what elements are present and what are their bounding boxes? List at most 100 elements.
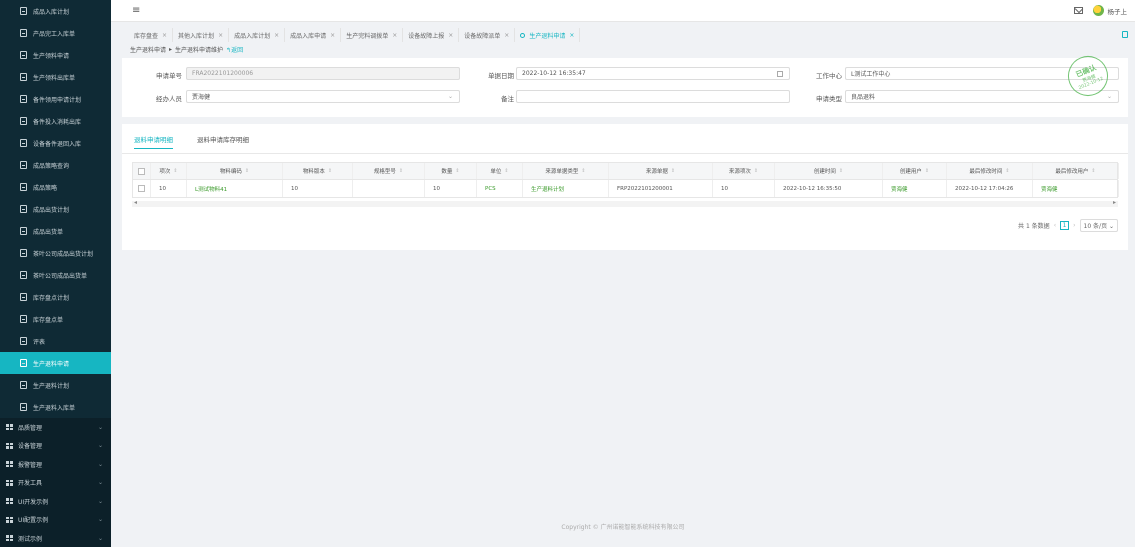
close-icon[interactable]: × xyxy=(569,32,574,39)
sort-icon[interactable]: ⇕ xyxy=(328,168,332,174)
sidebar-item[interactable]: 评表 xyxy=(0,330,111,352)
cell-src-type[interactable]: 生产退料计划 xyxy=(523,180,609,197)
sidebar-item[interactable]: 库存盘点计划 xyxy=(0,286,111,308)
sidebar-item[interactable]: 茶叶公司成品出货计划 xyxy=(0,242,111,264)
sort-icon[interactable]: ⇕ xyxy=(581,168,585,174)
sidebar-group[interactable]: 测试示例 ⌄ xyxy=(0,529,111,547)
sidebar-group[interactable]: 设备管理 ⌄ xyxy=(0,436,111,455)
breadcrumb-first[interactable]: 生产退料申请 xyxy=(130,45,166,54)
sidebar-item[interactable]: 库存盘点单 xyxy=(0,308,111,330)
close-icon[interactable]: × xyxy=(392,32,397,39)
close-icon[interactable]: × xyxy=(218,32,223,39)
page-tab[interactable]: 成品入库申请 × xyxy=(285,28,342,42)
page-number[interactable]: 1 xyxy=(1060,221,1070,230)
sort-icon[interactable]: ⇕ xyxy=(671,168,675,174)
sidebar-item[interactable]: 设备备件退回入库 xyxy=(0,132,111,154)
scroll-left-icon[interactable]: ◂ xyxy=(134,199,137,206)
column-header[interactable]: 最后修改用户 ⇕ xyxy=(1033,163,1119,179)
detail-tab[interactable]: 退料申请明细 xyxy=(134,134,173,149)
page-tab[interactable]: 成品入库计划 × xyxy=(229,28,286,42)
sidebar-item[interactable]: 生产退料申请 xyxy=(0,352,111,374)
sidebar-item[interactable]: 成品出货单 xyxy=(0,220,111,242)
chevron-down-icon: ⌄ xyxy=(97,497,103,505)
date-field[interactable]: 2022-10-12 16:35:47 xyxy=(516,67,790,80)
column-header[interactable]: 来源单据类型 ⇕ xyxy=(523,163,609,179)
row-checkbox[interactable] xyxy=(138,185,145,192)
close-icon[interactable]: × xyxy=(274,32,279,39)
sidebar-item[interactable]: 成品入库计划 xyxy=(0,0,111,22)
page-size-select[interactable]: 10 条/页 ⌄ xyxy=(1079,219,1118,232)
sidebar-item[interactable]: 备件投入消耗出库 xyxy=(0,110,111,132)
sort-icon[interactable]: ⇕ xyxy=(839,168,843,174)
sort-icon[interactable]: ⇕ xyxy=(504,168,508,174)
lock-icon[interactable] xyxy=(1122,31,1128,38)
prev-page-button[interactable]: ‹ xyxy=(1054,222,1056,229)
calendar-icon[interactable] xyxy=(777,71,783,77)
column-header[interactable]: 物料编码 ⇕ xyxy=(187,163,283,179)
sidebar-group[interactable]: UI开发示例 ⌄ xyxy=(0,492,111,511)
column-header[interactable]: 单位 ⇕ xyxy=(477,163,523,179)
page-tab[interactable]: 设备故障派单 × xyxy=(459,28,516,42)
sidebar-item[interactable]: 生产退料入库单 xyxy=(0,396,111,418)
sidebar-item[interactable]: 生产领料出库单 xyxy=(0,66,111,88)
sidebar-item[interactable]: 成品出货计划 xyxy=(0,198,111,220)
next-page-button[interactable]: › xyxy=(1073,222,1075,229)
refresh-icon[interactable] xyxy=(520,32,526,38)
column-header[interactable]: 项次 ⇕ xyxy=(151,163,187,179)
handler-select[interactable]: 贾海健 ⌄ xyxy=(186,90,460,103)
sidebar-group-label: 开发工具 xyxy=(18,480,43,488)
close-icon[interactable]: × xyxy=(330,32,335,39)
remark-input[interactable] xyxy=(516,90,790,103)
sort-icon[interactable]: ⇕ xyxy=(245,168,249,174)
table-row[interactable]: 10 L测试物料41 10 10 PCS 生产退料计划 FRP2022101200001 10… xyxy=(132,180,1119,198)
sidebar-item[interactable]: 产品完工入库单 xyxy=(0,22,111,44)
date-value: 2022-10-12 16:35:47 xyxy=(522,70,586,77)
column-header[interactable]: 物料版本 ⇕ xyxy=(283,163,353,179)
sidebar-group-title: 设备管理 xyxy=(6,441,42,450)
scroll-right-icon[interactable]: ▸ xyxy=(1113,199,1116,206)
sidebar-item[interactable]: 成品策略查询 xyxy=(0,154,111,176)
page-tab[interactable]: 生产退料申请 × xyxy=(515,28,581,42)
column-header[interactable]: 最后修改时间 ⇕ xyxy=(947,163,1033,179)
sort-icon[interactable]: ⇕ xyxy=(925,168,929,174)
column-header[interactable]: 创建时间 ⇕ xyxy=(775,163,883,179)
cell-code[interactable]: L测试物料41 xyxy=(187,180,283,197)
page-tab[interactable]: 库存盘查 × xyxy=(129,28,174,42)
sidebar-item[interactable]: 备件领用申请计划 xyxy=(0,88,111,110)
sidebar-group[interactable]: 报警管理 ⌄ xyxy=(0,455,111,474)
column-header[interactable]: 规格型号 ⇕ xyxy=(353,163,425,179)
breadcrumb: 生产退料申请 ▸ 生产退料申请维护 ↰返回 xyxy=(130,45,243,54)
close-icon[interactable]: × xyxy=(504,32,509,39)
handler-label: 经办人员 xyxy=(156,95,182,103)
back-link[interactable]: ↰返回 xyxy=(226,45,243,54)
sort-icon[interactable]: ⇕ xyxy=(455,168,459,174)
sort-icon[interactable]: ⇕ xyxy=(399,168,403,174)
sidebar-item[interactable]: 成品策略 xyxy=(0,176,111,198)
sort-icon[interactable]: ⇕ xyxy=(754,168,758,174)
sort-icon[interactable]: ⇕ xyxy=(173,168,177,174)
menu-toggle-icon[interactable]: ≡ xyxy=(132,5,140,16)
sidebar-group[interactable]: 开发工具 ⌄ xyxy=(0,473,111,492)
column-header[interactable]: 来源项次 ⇕ xyxy=(713,163,775,179)
page-tab[interactable]: 生产完料调拨单 × xyxy=(341,28,404,42)
sidebar-item[interactable]: 茶叶公司成品出货单 xyxy=(0,264,111,286)
detail-tab[interactable]: 退料申请库存明细 xyxy=(197,134,249,149)
sort-icon[interactable]: ⇕ xyxy=(1005,168,1009,174)
horizontal-scrollbar[interactable]: ◂ ▸ xyxy=(132,199,1118,207)
cell-unit: PCS xyxy=(477,180,523,197)
user-menu[interactable]: 杨子上 xyxy=(1092,5,1127,16)
column-header[interactable]: 来源单据 ⇕ xyxy=(609,163,713,179)
column-header[interactable]: 创建用户 ⇕ xyxy=(883,163,947,179)
mail-icon[interactable] xyxy=(1073,7,1083,14)
sort-icon[interactable]: ⇕ xyxy=(1091,168,1095,174)
page-tab[interactable]: 设备故障上报 × xyxy=(403,28,460,42)
sidebar-group[interactable]: UI配置示例 ⌄ xyxy=(0,510,111,529)
column-header[interactable]: 数量 ⇕ xyxy=(425,163,477,179)
page-tab[interactable]: 其他入库计划 × xyxy=(173,28,230,42)
close-icon[interactable]: × xyxy=(162,32,167,39)
sidebar-group[interactable]: 品质管理 ⌄ xyxy=(0,418,111,437)
select-all-checkbox[interactable] xyxy=(138,167,145,175)
sidebar-item[interactable]: 生产退料计划 xyxy=(0,374,111,396)
close-icon[interactable]: × xyxy=(448,32,453,39)
sidebar-item[interactable]: 生产领料申请 xyxy=(0,44,111,66)
